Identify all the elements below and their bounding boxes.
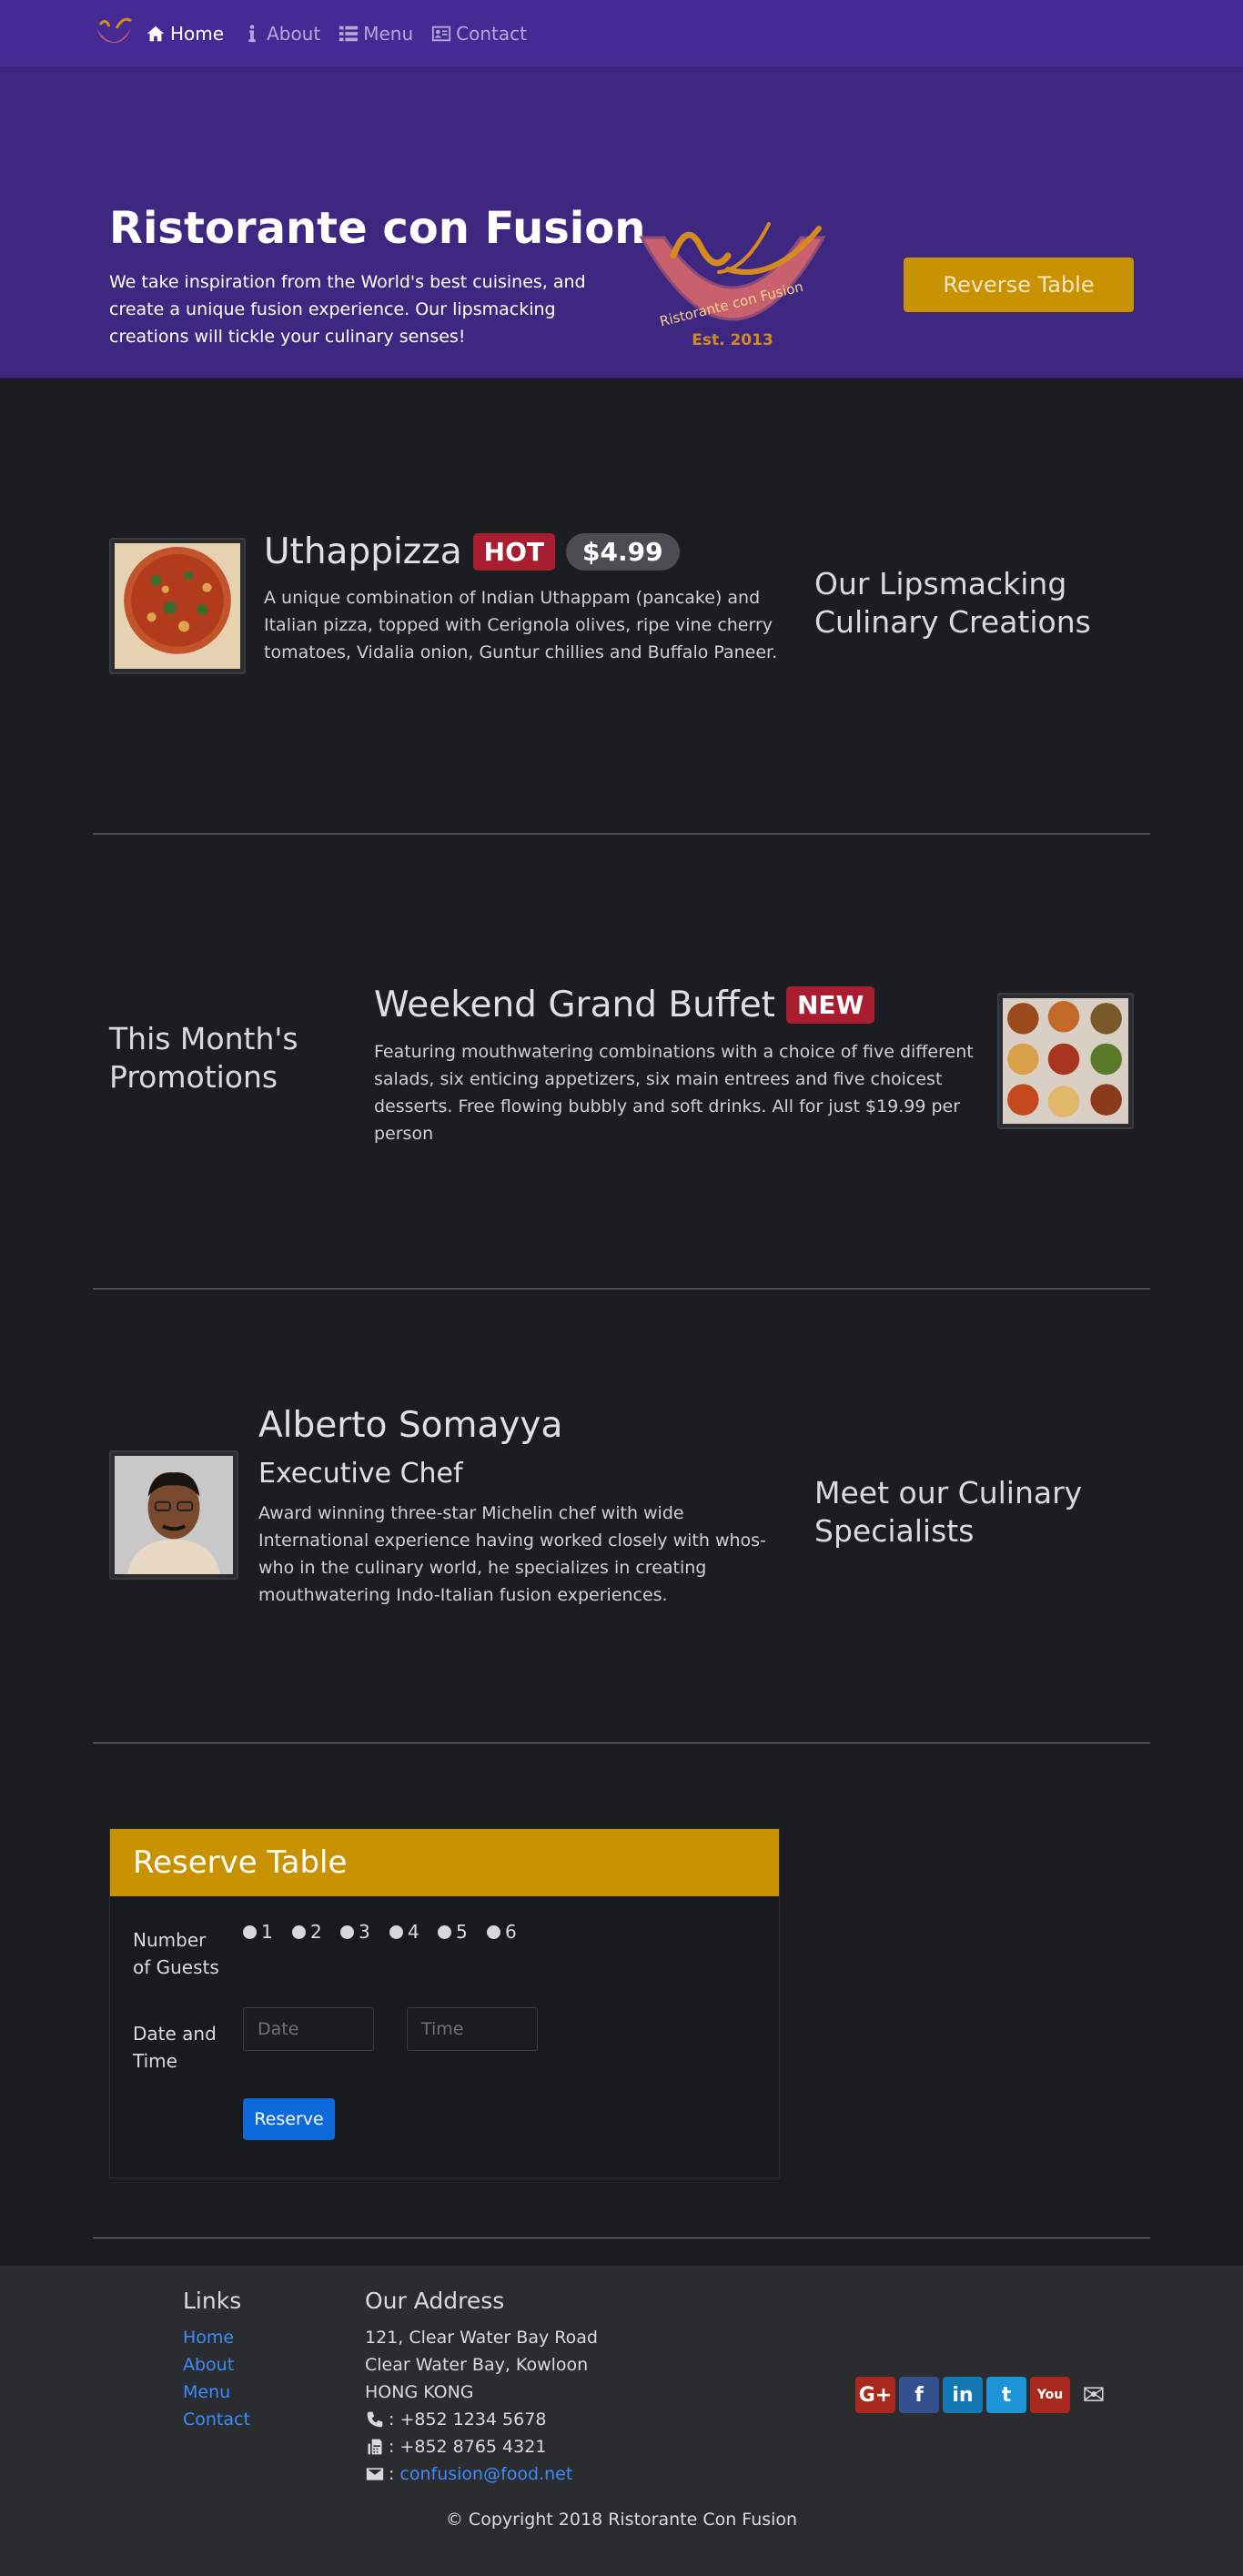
new-badge: NEW [785,986,875,1024]
list-icon [339,25,359,41]
nav-about[interactable]: About [242,23,320,45]
guest-radio-3[interactable]: 3 [340,1921,370,1943]
reserve-table-card: Reserve Table Number of Guests 1 2 3 4 5… [109,1828,780,2178]
restaurant-emblem: Ristorante con Fusion Est. 2013 [639,222,826,349]
hot-badge: HOT [472,533,555,571]
restaurant-logo-icon[interactable] [93,15,135,52]
footer-link-home[interactable]: Home [183,2328,234,2348]
nav-menu[interactable]: Menu [339,23,413,45]
time-input[interactable] [407,2007,538,2051]
datetime-label: Date and Time [133,2023,217,2072]
buffet-image [1003,998,1128,1124]
linkedin-icon[interactable]: in [943,2377,983,2413]
promotion-description: Featuring mouthwatering combinations wit… [374,1042,974,1144]
footer-link-menu[interactable]: Menu [183,2382,230,2402]
radio-dot[interactable] [243,1924,257,1939]
nav-about-label: About [267,22,321,45]
phone-line: : +852 1234 5678 [365,2409,546,2430]
fax-icon [368,2439,382,2455]
radio-dot[interactable] [340,1924,354,1939]
radio-dot[interactable] [389,1924,403,1939]
promotion-name: Weekend Grand Buffet [374,985,775,1025]
twitter-icon[interactable]: t [986,2377,1026,2413]
dish-title: Uthappizza HOT $4.99 [264,531,680,572]
radio-dot[interactable] [438,1924,451,1939]
price-badge: $4.99 [566,533,680,571]
guest-radio-4[interactable]: 4 [389,1921,419,1943]
phone-icon [367,2411,383,2428]
guest-radio-6[interactable]: 6 [487,1921,517,1943]
guest-radio-2[interactable]: 2 [292,1921,322,1943]
home-icon [147,25,165,41]
leader-description: Award winning three-star Michelin chef w… [258,1503,766,1605]
buffet-thumbnail [997,993,1134,1129]
reserve-card-header: Reserve Table [110,1829,779,1896]
guest-radio-5[interactable]: 5 [438,1921,468,1943]
footer-link-contact[interactable]: Contact [183,2409,250,2430]
fax-text: : +852 8765 4321 [389,2437,547,2457]
address-line-3: HONG KONG [365,2382,474,2402]
pizza-image [115,543,240,669]
nav-home-label: Home [170,22,225,45]
facebook-icon[interactable]: f [899,2377,939,2413]
leader-designation: Executive Chef [258,1458,463,1490]
chef-photo [115,1456,233,1574]
phone-text: : +852 1234 5678 [389,2409,547,2430]
reserve-submit-button[interactable]: Reserve [243,2098,335,2140]
jumbotron-title: Ristorante con Fusion [109,203,646,254]
address-card-icon [432,25,451,41]
radio-dot[interactable] [487,1924,500,1939]
leader-name: Alberto Somayya [258,1405,563,1446]
reserve-table-button[interactable]: Reverse Table [904,258,1134,312]
mail-icon[interactable]: ✉ [1074,2377,1114,2413]
radio-label: 5 [456,1921,468,1943]
dish-section-heading: Our Lipsmacking Culinary Creations [814,566,1091,640]
promotion-title: Weekend Grand Buffet NEW [374,985,875,1025]
radio-label: 4 [408,1921,419,1943]
email-prefix: : [389,2464,395,2484]
nav-home[interactable]: Home [146,23,224,45]
promotion-section-heading: This Month's Promotions [109,1021,298,1095]
guest-radio-1[interactable]: 1 [243,1921,273,1943]
navbar: Home About Menu Contact [0,0,1243,66]
radio-label: 1 [261,1921,273,1943]
chef-thumbnail [109,1450,238,1580]
info-icon [248,24,256,42]
footer-link-about[interactable]: About [183,2355,234,2375]
envelope-icon [366,2468,384,2480]
social-links: G+ f in t You ✉ [855,2377,1117,2413]
leader-section-heading: Meet our Culinary Specialists [814,1475,1083,1549]
email-link[interactable]: confusion@food.net [399,2464,572,2484]
divider [93,1288,1150,1289]
copyright: © Copyright 2018 Ristorante Con Fusion [445,2510,798,2530]
nav-contact-label: Contact [456,22,527,45]
email-line: : confusion@food.net [365,2464,572,2484]
address-line-1: 121, Clear Water Bay Road [365,2328,598,2348]
radio-dot[interactable] [292,1924,306,1939]
divider [93,833,1150,834]
jumbotron: Ristorante con Fusion We take inspiratio… [0,66,1243,379]
dish-name: Uthappizza [264,531,462,572]
dish-thumbnail [109,538,246,674]
emblem-est: Est. 2013 [692,331,773,349]
nav-contact[interactable]: Contact [431,23,527,45]
fax-line: : +852 8765 4321 [365,2437,546,2457]
youtube-icon[interactable]: You [1030,2377,1070,2413]
jumbotron-text: We take inspiration from the World's bes… [109,272,586,347]
address-line-2: Clear Water Bay, Kowloon [365,2355,589,2375]
nav-menu-label: Menu [363,22,414,45]
radio-label: 6 [505,1921,517,1943]
google-plus-icon[interactable]: G+ [855,2377,895,2413]
dish-description: A unique combination of Indian Uthappam … [264,588,778,662]
radio-label: 2 [310,1921,322,1943]
footer-address-title: Our Address [365,2288,505,2314]
date-input[interactable] [243,2007,374,2051]
radio-label: 3 [359,1921,370,1943]
footer-links-title: Links [183,2288,242,2314]
guests-label: Number of Guests [133,1929,219,1978]
